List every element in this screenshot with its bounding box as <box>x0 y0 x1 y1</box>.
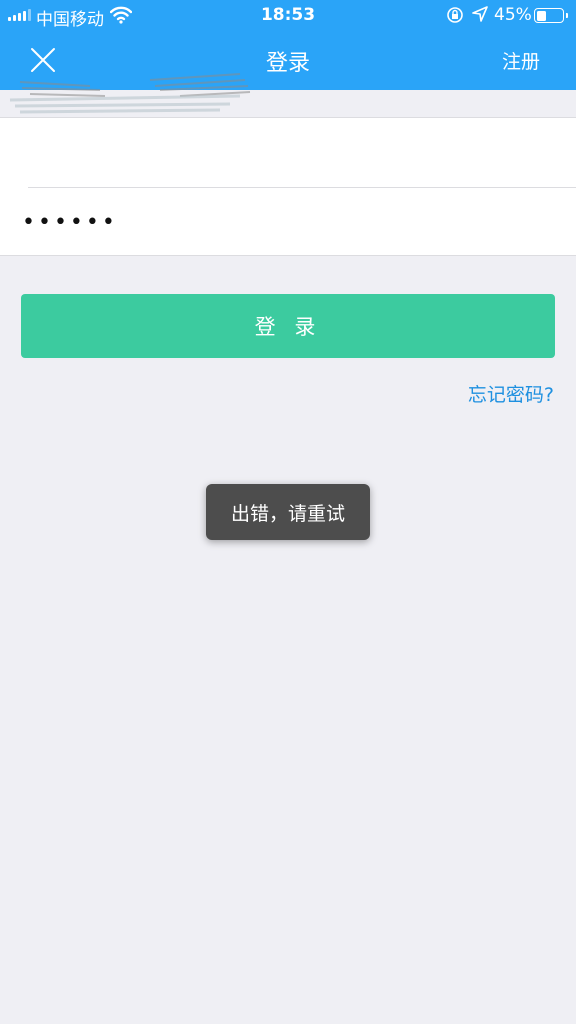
register-button[interactable]: 注册 <box>502 47 540 74</box>
nav-bar: 登录 注册 <box>0 30 576 90</box>
login-button[interactable]: 登 录 <box>21 294 555 358</box>
status-bar: 中国移动 18:53 45% <box>0 0 576 30</box>
clock: 18:53 <box>260 5 316 25</box>
username-row <box>0 118 576 187</box>
forgot-password-link[interactable]: 忘记密码? <box>468 380 554 407</box>
password-row <box>0 188 576 257</box>
battery-fill <box>536 10 547 21</box>
login-form <box>0 117 576 257</box>
orientation-lock-icon <box>446 6 464 29</box>
username-input[interactable] <box>22 118 552 187</box>
battery-icon <box>534 8 568 23</box>
password-input[interactable] <box>22 188 552 257</box>
location-arrow-icon <box>472 6 488 27</box>
battery-percent: 45% <box>494 5 532 25</box>
page-title: 登录 <box>265 51 310 76</box>
error-toast: 出错，请重试 <box>206 484 370 540</box>
